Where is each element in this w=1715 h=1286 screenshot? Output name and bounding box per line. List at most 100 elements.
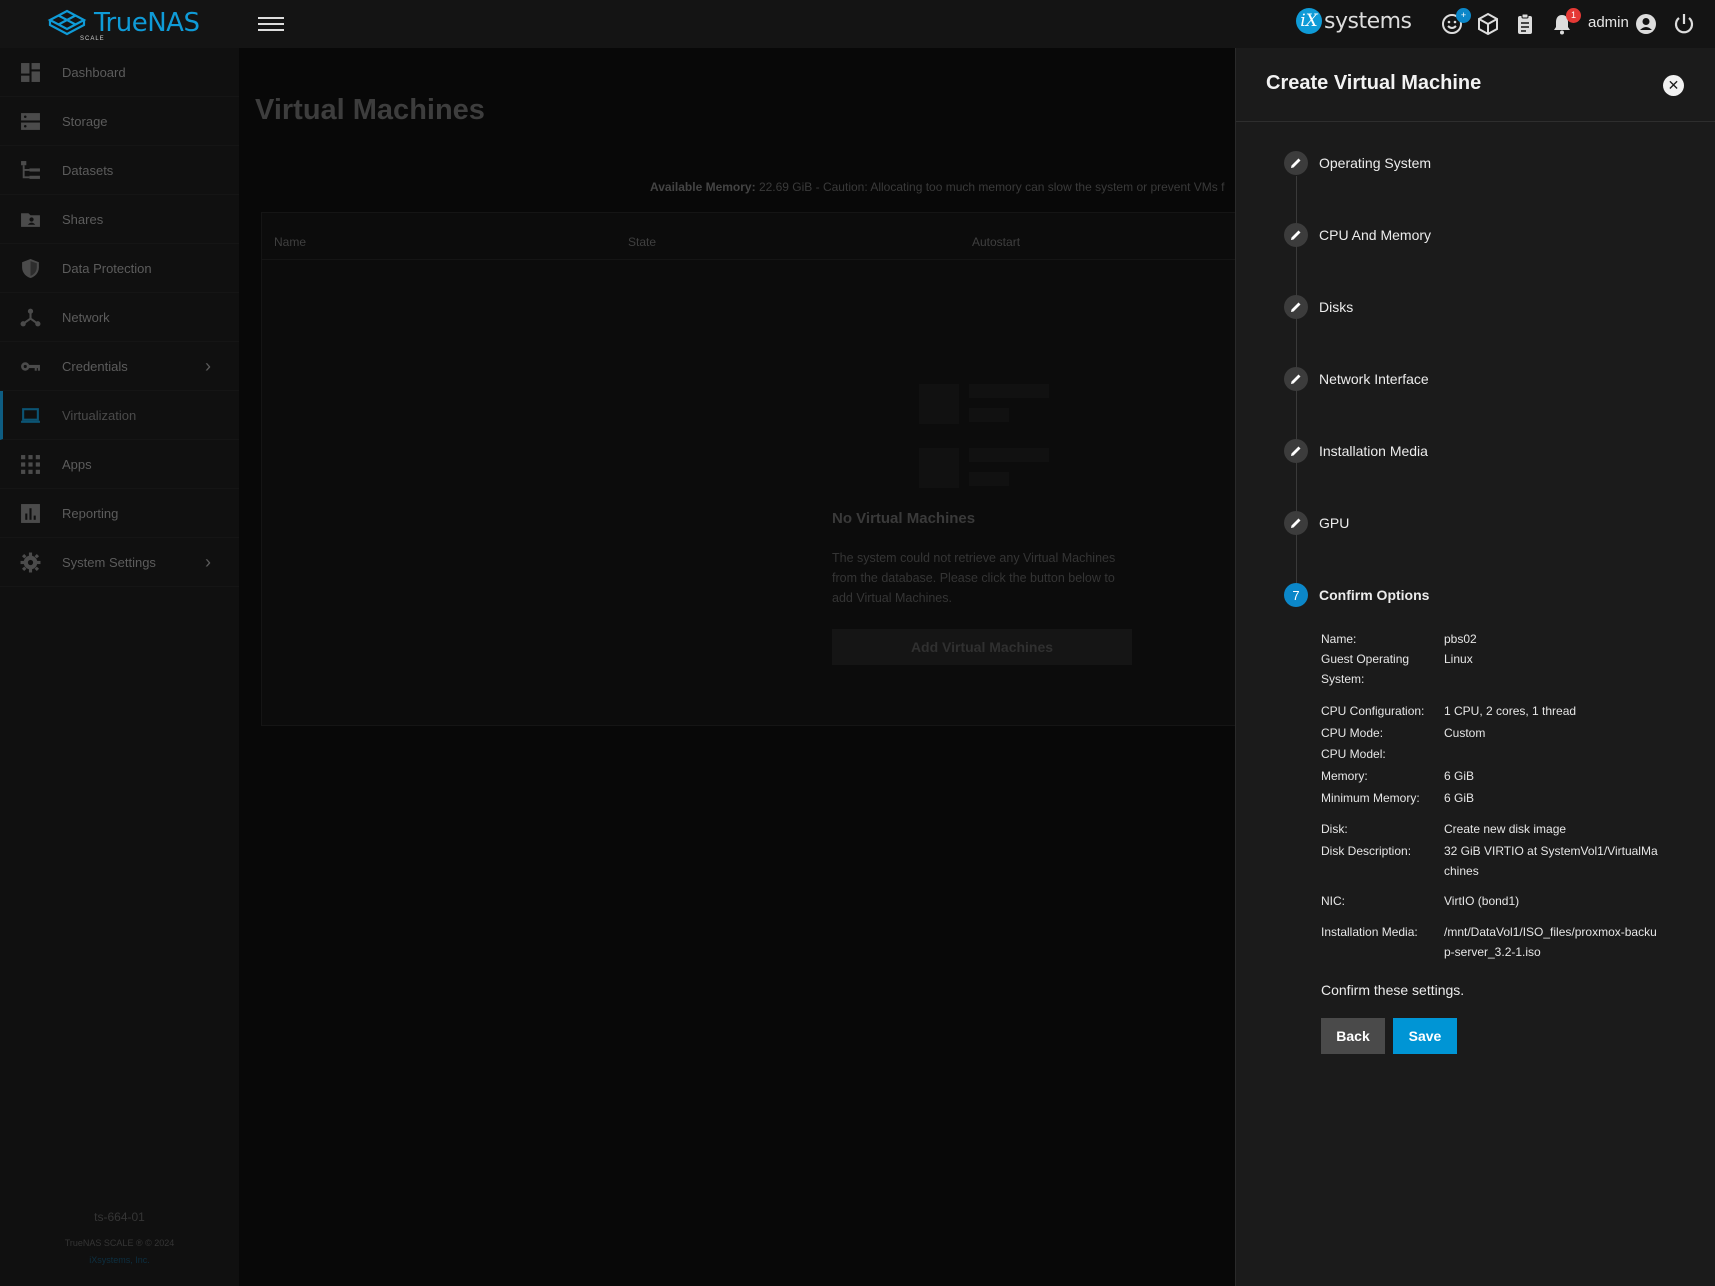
truecommand-icon[interactable]: [1476, 12, 1500, 36]
sidebar-item-apps[interactable]: Apps: [0, 440, 239, 489]
sidebar-item-label: Dashboard: [62, 64, 126, 80]
page-title: Virtual Machines: [255, 94, 485, 126]
key-icon: [21, 361, 40, 371]
step-network-interface[interactable]: Network Interface: [1284, 366, 1429, 392]
sidebar-item-label: Credentials: [62, 358, 128, 374]
step-operating-system[interactable]: Operating System: [1284, 150, 1431, 176]
truenas-logo[interactable]: TrueNAS SCALE: [46, 8, 200, 42]
notifications-bell-icon[interactable]: 1: [1550, 8, 1581, 36]
shares-folder-icon: [21, 212, 40, 227]
empty-state-text: The system could not retrieve any Virtua…: [832, 551, 1116, 605]
available-memory-label: Available Memory:: [650, 180, 756, 194]
header-divider: [262, 259, 1362, 260]
empty-list-icon: [919, 384, 1049, 488]
create-vm-panel: Create Virtual Machine ✕ Operating Syste…: [1235, 48, 1715, 1286]
apps-grid-icon: [21, 454, 40, 474]
panel-divider: [1236, 121, 1715, 122]
summary-label-cpu-mode: CPU Mode:: [1321, 726, 1384, 740]
summary-value-disk: Create new disk image: [1444, 822, 1567, 836]
confirm-text: Confirm these settings.: [1321, 982, 1465, 998]
sidebar-item-reporting[interactable]: Reporting: [0, 489, 239, 538]
chevron-right-icon: ›: [205, 355, 211, 376]
company-link[interactable]: iXsystems, Inc.: [0, 1255, 239, 1265]
summary-label-name: Name:: [1321, 632, 1357, 646]
gear-icon: [20, 552, 41, 572]
summary-label-nic: NIC:: [1321, 894, 1345, 908]
summary-value-cpu-configuration: 1 CPU, 2 cores, 1 thread: [1444, 704, 1577, 718]
edit-pencil-icon: [1284, 151, 1308, 175]
top-bar: TrueNAS SCALE iX systems + 1 admin: [0, 0, 1715, 49]
step-cpu-and-memory[interactable]: CPU And Memory: [1284, 222, 1431, 248]
sidebar: Dashboard Storage Datasets Shares Data P…: [0, 48, 242, 1286]
account-circle-icon[interactable]: [1634, 12, 1658, 36]
add-virtual-machines-button[interactable]: Add Virtual Machines: [832, 629, 1132, 665]
step-confirm-options[interactable]: 7 Confirm Options: [1284, 582, 1429, 608]
jobs-clipboard-icon[interactable]: [1513, 12, 1537, 36]
sidebar-item-shares[interactable]: Shares: [0, 195, 239, 244]
vm-table: Name State Autostart: [261, 212, 1363, 726]
ix-mark: iX: [1296, 8, 1322, 34]
step-installation-media[interactable]: Installation Media: [1284, 438, 1428, 464]
available-memory-note: Available Memory: 22.69 GiB - Caution: A…: [650, 180, 1224, 194]
ixsystems-logo[interactable]: iX systems: [1296, 8, 1412, 34]
sidebar-item-label: Reporting: [62, 505, 119, 521]
summary-label-installation-media: Installation Media:: [1321, 925, 1418, 939]
feedback-icon[interactable]: +: [1440, 8, 1471, 36]
edit-pencil-icon: [1284, 295, 1308, 319]
step-gpu[interactable]: GPU: [1284, 510, 1349, 536]
notification-count: 1: [1566, 8, 1581, 23]
sidebar-item-label: Virtualization: [62, 407, 137, 423]
sidebar-item-virtualization[interactable]: Virtualization: [0, 391, 242, 440]
dashboard-icon: [21, 62, 40, 82]
ix-text: systems: [1324, 8, 1412, 34]
laptop-icon: [21, 407, 40, 423]
sidebar-item-data-protection[interactable]: Data Protection: [0, 244, 239, 293]
summary-label-cpu-configuration: CPU Configuration:: [1321, 704, 1425, 718]
sidebar-item-label: System Settings: [62, 554, 156, 570]
sidebar-item-datasets[interactable]: Datasets: [0, 146, 239, 195]
logo-subtext: SCALE: [80, 36, 105, 42]
step-label: Network Interface: [1319, 371, 1429, 387]
sidebar-item-label: Shares: [62, 211, 104, 227]
edit-pencil-icon: [1284, 511, 1308, 535]
save-button[interactable]: Save: [1393, 1018, 1457, 1054]
back-button[interactable]: Back: [1321, 1018, 1385, 1054]
summary-value-nic: VirtIO (bond1): [1444, 894, 1520, 908]
feedback-badge-icon: +: [1456, 8, 1471, 23]
close-icon[interactable]: ✕: [1663, 75, 1684, 96]
step-label: Operating System: [1319, 155, 1432, 171]
username-label[interactable]: admin: [1588, 14, 1629, 31]
copyright: TrueNAS SCALE ® © 2024: [64, 1238, 175, 1248]
summary-label-cpu-model: CPU Model:: [1321, 747, 1386, 761]
step-label: GPU: [1319, 515, 1350, 531]
summary-label-memory: Memory:: [1321, 769, 1368, 783]
sidebar-item-credentials[interactable]: Credentials ›: [0, 342, 239, 391]
column-header-autostart[interactable]: Autostart: [972, 235, 1020, 249]
column-header-name[interactable]: Name: [274, 235, 306, 249]
summary-value-cpu-mode: Custom: [1444, 726, 1486, 740]
sidebar-item-system-settings[interactable]: System Settings ›: [0, 538, 239, 587]
menu-toggle-button[interactable]: [258, 14, 284, 34]
step-label: Confirm Options: [1319, 587, 1430, 603]
bar-chart-icon: [21, 503, 40, 523]
summary-value-minimum-memory: 6 GiB: [1444, 791, 1475, 805]
sidebar-item-label: Network: [62, 309, 110, 325]
power-icon[interactable]: [1672, 12, 1696, 36]
step-label: Disks: [1319, 299, 1354, 315]
edit-pencil-icon: [1284, 223, 1308, 247]
truenas-cube-icon: [47, 9, 87, 36]
step-disks[interactable]: Disks: [1284, 294, 1353, 320]
summary-value-name: pbs02: [1444, 632, 1477, 646]
sidebar-item-label: Data Protection: [62, 260, 152, 276]
step-number-badge: 7: [1284, 583, 1308, 607]
sidebar-item-label: Storage: [62, 113, 108, 129]
sidebar-item-network[interactable]: Network: [0, 293, 239, 342]
empty-state-title: No Virtual Machines: [832, 510, 976, 527]
shield-icon: [22, 258, 39, 278]
column-header-state[interactable]: State: [628, 235, 656, 249]
summary-value-disk-description: 32 GiB VIRTIO at SystemVol1/VirtualMachi…: [1444, 844, 1658, 878]
sidebar-item-dashboard[interactable]: Dashboard: [0, 48, 239, 97]
summary-value-guest-os: Linux: [1444, 652, 1473, 666]
sidebar-item-storage[interactable]: Storage: [0, 97, 239, 146]
sidebar-item-label: Datasets: [62, 162, 114, 178]
